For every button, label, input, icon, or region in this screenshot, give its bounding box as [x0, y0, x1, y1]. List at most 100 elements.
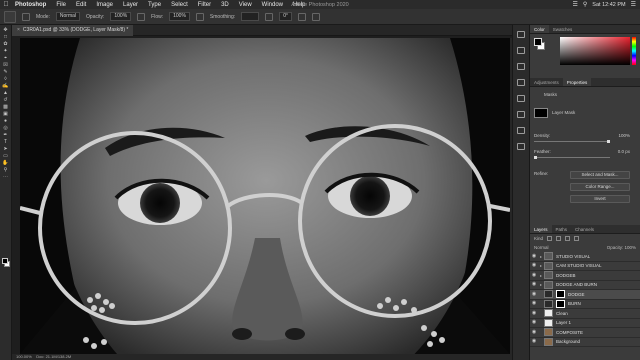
actions-panel-icon[interactable]: [517, 47, 525, 54]
visibility-eye-icon[interactable]: ◉: [530, 252, 538, 261]
layer-row[interactable]: ◉ BURN: [530, 299, 640, 309]
menu-view[interactable]: View: [234, 2, 257, 8]
quick-select-tool-icon[interactable]: ✦: [2, 49, 9, 54]
path-select-tool-icon[interactable]: ➤: [2, 147, 9, 152]
layer-row[interactable]: ◉ ▸ CAM STUDIO VISUAL: [530, 261, 640, 271]
menu-type[interactable]: Type: [143, 2, 166, 8]
menu-help[interactable]: Help: [288, 2, 310, 8]
document-tab[interactable]: × C3R0A1.psd @ 33% (DODGE, Layer Mask/8) …: [12, 25, 134, 36]
apple-icon[interactable]: : [2, 1, 10, 8]
foreground-color-swatch[interactable]: [2, 258, 8, 264]
history-brush-tool-icon[interactable]: ↺: [2, 98, 9, 103]
menu-layer[interactable]: Layer: [118, 2, 143, 8]
density-knob[interactable]: [607, 140, 610, 143]
tab-color[interactable]: Color: [530, 25, 549, 33]
layer-mask-thumbnail[interactable]: [556, 290, 565, 299]
feather-value[interactable]: 0.0 px: [610, 149, 630, 154]
menu-image[interactable]: Image: [91, 2, 118, 8]
feather-slider[interactable]: [534, 156, 610, 159]
color-range-button[interactable]: Color Range...: [570, 183, 630, 191]
dodge-tool-icon[interactable]: ◎: [2, 126, 9, 131]
filter-adjustment-icon[interactable]: [556, 236, 562, 241]
blend-mode-select[interactable]: Normal: [534, 243, 549, 252]
brush-settings-icon[interactable]: [22, 12, 30, 21]
brush-preset-icon[interactable]: [4, 10, 16, 23]
move-tool-icon[interactable]: ✥: [2, 28, 9, 33]
control-center-icon[interactable]: ☰: [631, 1, 636, 8]
visibility-eye-icon[interactable]: ◉: [530, 280, 538, 289]
visibility-eye-icon[interactable]: ◉: [530, 261, 538, 270]
clock[interactable]: Sat 12:42 PM: [592, 2, 625, 8]
pressure-size-icon[interactable]: [298, 12, 306, 21]
menu-3d[interactable]: 3D: [216, 2, 234, 8]
visibility-eye-icon[interactable]: ◉: [530, 328, 538, 337]
pen-tool-icon[interactable]: ✒: [2, 133, 9, 138]
color-field[interactable]: [560, 37, 630, 65]
visibility-eye-icon[interactable]: ◉: [530, 318, 538, 327]
tab-swatches[interactable]: Swatches: [549, 25, 577, 33]
layer-row[interactable]: ◉ ▸ DODGE AND BURN: [530, 280, 640, 290]
type-tool-icon[interactable]: T: [2, 140, 9, 145]
canvas[interactable]: [20, 38, 510, 354]
layer-mask-thumbnail[interactable]: [556, 299, 565, 308]
visibility-eye-icon[interactable]: ◉: [530, 337, 538, 346]
stamp-tool-icon[interactable]: ▲: [2, 91, 9, 96]
airbrush-icon[interactable]: [195, 12, 204, 21]
search-icon[interactable]: ⚲: [583, 1, 587, 8]
select-and-mask-button[interactable]: Select and Mask...: [570, 171, 630, 179]
layer-row[interactable]: ◉ ▸ DODGEB: [530, 271, 640, 281]
smoothing-field[interactable]: [241, 12, 260, 21]
density-value[interactable]: 100%: [610, 133, 630, 138]
layer-row[interactable]: ◉ ▸ STUDIO VISUAL: [530, 252, 640, 262]
smoothing-settings-icon[interactable]: [265, 12, 274, 21]
menu-filter[interactable]: Filter: [193, 2, 216, 8]
angle-field[interactable]: 0°: [279, 12, 292, 21]
character-panel-icon[interactable]: [517, 95, 525, 102]
doc-size-status[interactable]: Doc: 21.1M/138.2M: [36, 354, 71, 359]
zoom-status[interactable]: 100.00%: [16, 354, 32, 359]
visibility-eye-icon[interactable]: ◉: [530, 290, 538, 299]
eyedropper-tool-icon[interactable]: ✎: [2, 70, 9, 75]
wifi-icon[interactable]: ☰: [572, 1, 577, 8]
foreground-color[interactable]: [534, 38, 542, 46]
pressure-opacity-icon[interactable]: [137, 12, 146, 21]
more-tools-icon[interactable]: ⋯: [2, 175, 9, 180]
brush-tool-icon[interactable]: ✍: [2, 84, 9, 89]
mode-select[interactable]: Normal: [55, 12, 81, 21]
tab-properties[interactable]: Properties: [562, 78, 592, 86]
history-panel-icon[interactable]: [517, 31, 525, 38]
menu-window[interactable]: Window: [257, 2, 288, 8]
density-slider[interactable]: [534, 140, 610, 143]
blur-tool-icon[interactable]: ●: [2, 119, 9, 124]
clone-source-panel-icon[interactable]: [517, 79, 525, 86]
layer-kind-filter[interactable]: Kind: [534, 234, 543, 243]
filter-shape-icon[interactable]: [574, 236, 580, 241]
layer-row[interactable]: ◉ Clean: [530, 309, 640, 319]
layer-row[interactable]: ◉ DODGE: [530, 290, 640, 300]
brushes-panel-icon[interactable]: [517, 63, 525, 70]
navigator-panel-icon[interactable]: [517, 143, 525, 150]
close-icon[interactable]: ×: [17, 27, 20, 33]
visibility-eye-icon[interactable]: ◉: [530, 299, 538, 308]
menu-select[interactable]: Select: [166, 2, 193, 8]
filter-type-icon[interactable]: [565, 236, 571, 241]
tab-adjustments[interactable]: Adjustments: [530, 78, 563, 86]
tab-paths[interactable]: Paths: [552, 225, 572, 233]
menu-file[interactable]: File: [51, 2, 71, 8]
layer-opacity[interactable]: Opacity: 100%: [607, 243, 636, 252]
paragraph-panel-icon[interactable]: [517, 111, 525, 118]
invert-button[interactable]: Invert: [570, 195, 630, 203]
visibility-eye-icon[interactable]: ◉: [530, 309, 538, 318]
gradient-tool-icon[interactable]: ▣: [2, 112, 9, 117]
opacity-field[interactable]: 100%: [110, 12, 132, 21]
hue-slider[interactable]: [632, 37, 636, 65]
layer-row[interactable]: ◉ Layer 1: [530, 318, 640, 328]
eraser-tool-icon[interactable]: ▩: [2, 105, 9, 110]
menu-edit[interactable]: Edit: [71, 2, 91, 8]
marquee-tool-icon[interactable]: □: [2, 35, 9, 40]
healing-tool-icon[interactable]: ◊: [2, 77, 9, 82]
symmetry-icon[interactable]: [312, 12, 320, 21]
menu-app[interactable]: Photoshop: [10, 2, 51, 8]
shape-tool-icon[interactable]: ▭: [2, 154, 9, 159]
hand-tool-icon[interactable]: ✋: [2, 161, 9, 166]
